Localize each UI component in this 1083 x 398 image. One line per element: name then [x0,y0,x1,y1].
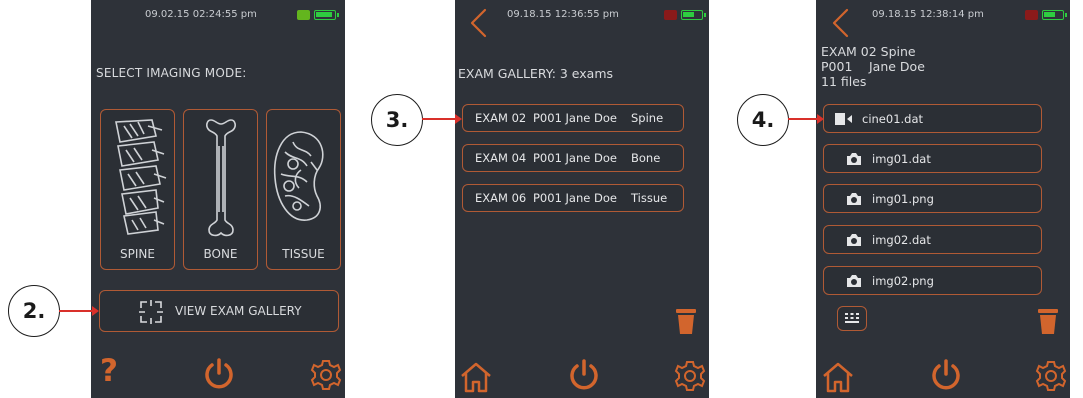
callout-label: 3. [385,108,409,132]
mode-label-tissue: TISSUE [282,247,325,261]
battery-icon [681,10,706,20]
power-icon[interactable] [567,358,601,392]
file-count: 11 files [821,74,867,89]
settings-gear-icon[interactable] [674,360,706,392]
mode-button-bone[interactable]: BONE [183,109,258,270]
file-row[interactable]: img01.png [823,184,1042,213]
settings-gear-icon[interactable] [1035,360,1067,392]
exam-row[interactable]: EXAM 04 P001 Jane Doe Bone [462,144,684,172]
power-icon[interactable] [202,357,236,391]
mode-label-bone: BONE [203,247,238,261]
status-bar: 09.18.15 12:38:14 pm [816,6,1070,38]
video-icon [835,112,852,125]
status-datetime: 09.02.15 02:24:55 pm [145,9,257,20]
kidney-icon [273,131,324,221]
exam-patient: P001 Jane Doe [533,151,617,165]
callout-step-2: 2. [8,285,60,337]
file-name: img02.png [872,273,934,288]
exam-row[interactable]: EXAM 06 P001 Jane Doe Tissue [462,184,684,212]
trash-icon[interactable] [675,307,697,335]
exam-id: EXAM 06 [475,191,527,205]
exam-title: EXAM 02 Spine [821,44,916,59]
keyboard-button[interactable] [837,306,867,331]
status-datetime: 09.18.15 12:38:14 pm [872,9,984,20]
callout-arrow-2 [59,306,99,316]
battery-icon [314,10,339,20]
page-title: SELECT IMAGING MODE: [96,66,247,80]
mode-button-spine[interactable]: SPINE [100,109,175,270]
keyboard-icon [845,313,859,323]
patient-id: P001 [821,59,853,74]
back-arrow-icon[interactable] [831,8,851,38]
exam-id: EXAM 04 [475,151,527,165]
power-status-icon [297,10,310,20]
mode-label-spine: SPINE [120,247,155,261]
settings-gear-icon[interactable] [310,359,342,391]
screen-imaging-mode: 09.02.15 02:24:55 pm SELECT IMAGING MODE… [91,0,345,398]
exam-type: Spine [631,111,664,125]
home-icon[interactable] [459,361,493,393]
camera-icon [847,233,861,246]
file-name: img02.dat [872,232,931,247]
callout-arrow-3 [422,114,462,124]
callout-label: 4. [751,108,775,132]
battery-indicator [297,10,339,20]
exam-type: Bone [631,151,661,165]
exam-patient: P001 Jane Doe [821,59,925,74]
file-row[interactable]: img02.dat [823,225,1042,254]
exam-row[interactable]: EXAM 02 P001 Jane Doe Spine [462,104,684,132]
status-bar: 09.18.15 12:36:55 pm [455,6,709,38]
gallery-crosshair-icon [139,300,163,324]
exam-header: EXAM 02 Spine P001 Jane Doe 11 files [821,44,925,89]
view-exam-gallery-button[interactable]: VIEW EXAM GALLERY [99,290,339,332]
exam-patient: P001 Jane Doe [533,191,617,205]
power-icon[interactable] [929,358,963,392]
home-icon[interactable] [821,361,855,393]
view-exam-gallery-label: VIEW EXAM GALLERY [175,304,302,318]
callout-step-4: 4. [737,94,789,146]
exam-type: Tissue [631,191,668,205]
file-row[interactable]: cine01.dat [823,104,1042,133]
trash-icon[interactable] [1037,307,1059,335]
mode-button-tissue[interactable]: TISSUE [266,109,341,270]
file-name: cine01.dat [862,111,924,126]
battery-icon [1042,10,1067,20]
file-row[interactable]: img02.png [823,266,1042,295]
battery-indicator [664,10,706,20]
file-row[interactable]: img01.dat [823,144,1042,173]
gallery-heading: EXAM GALLERY: 3 exams [458,66,614,81]
power-status-icon [1025,10,1038,20]
back-arrow-icon[interactable] [469,8,489,38]
camera-icon [847,274,861,287]
callout-label: 2. [22,299,46,323]
exam-id: EXAM 02 [475,111,527,125]
file-name: img01.png [872,191,934,206]
exam-patient: P001 Jane Doe [533,111,617,125]
patient-name: Jane Doe [869,59,925,74]
status-datetime: 09.18.15 12:36:55 pm [507,9,619,20]
camera-icon [847,152,861,165]
battery-indicator [1025,10,1067,20]
power-status-icon [664,10,677,20]
screen-exam-files: 09.18.15 12:38:14 pm EXAM 02 Spine P001 J… [816,0,1070,398]
file-name: img01.dat [872,151,931,166]
spine-icon [115,119,167,235]
bone-icon [206,119,236,237]
screen-exam-gallery: 09.18.15 12:36:55 pm EXAM GALLERY: 3 exa… [455,0,709,398]
help-icon[interactable]: ? [100,355,118,387]
callout-step-3: 3. [371,94,423,146]
status-bar: 09.02.15 02:24:55 pm [91,6,345,26]
callout-arrow-4 [788,114,824,124]
camera-icon [847,192,861,205]
